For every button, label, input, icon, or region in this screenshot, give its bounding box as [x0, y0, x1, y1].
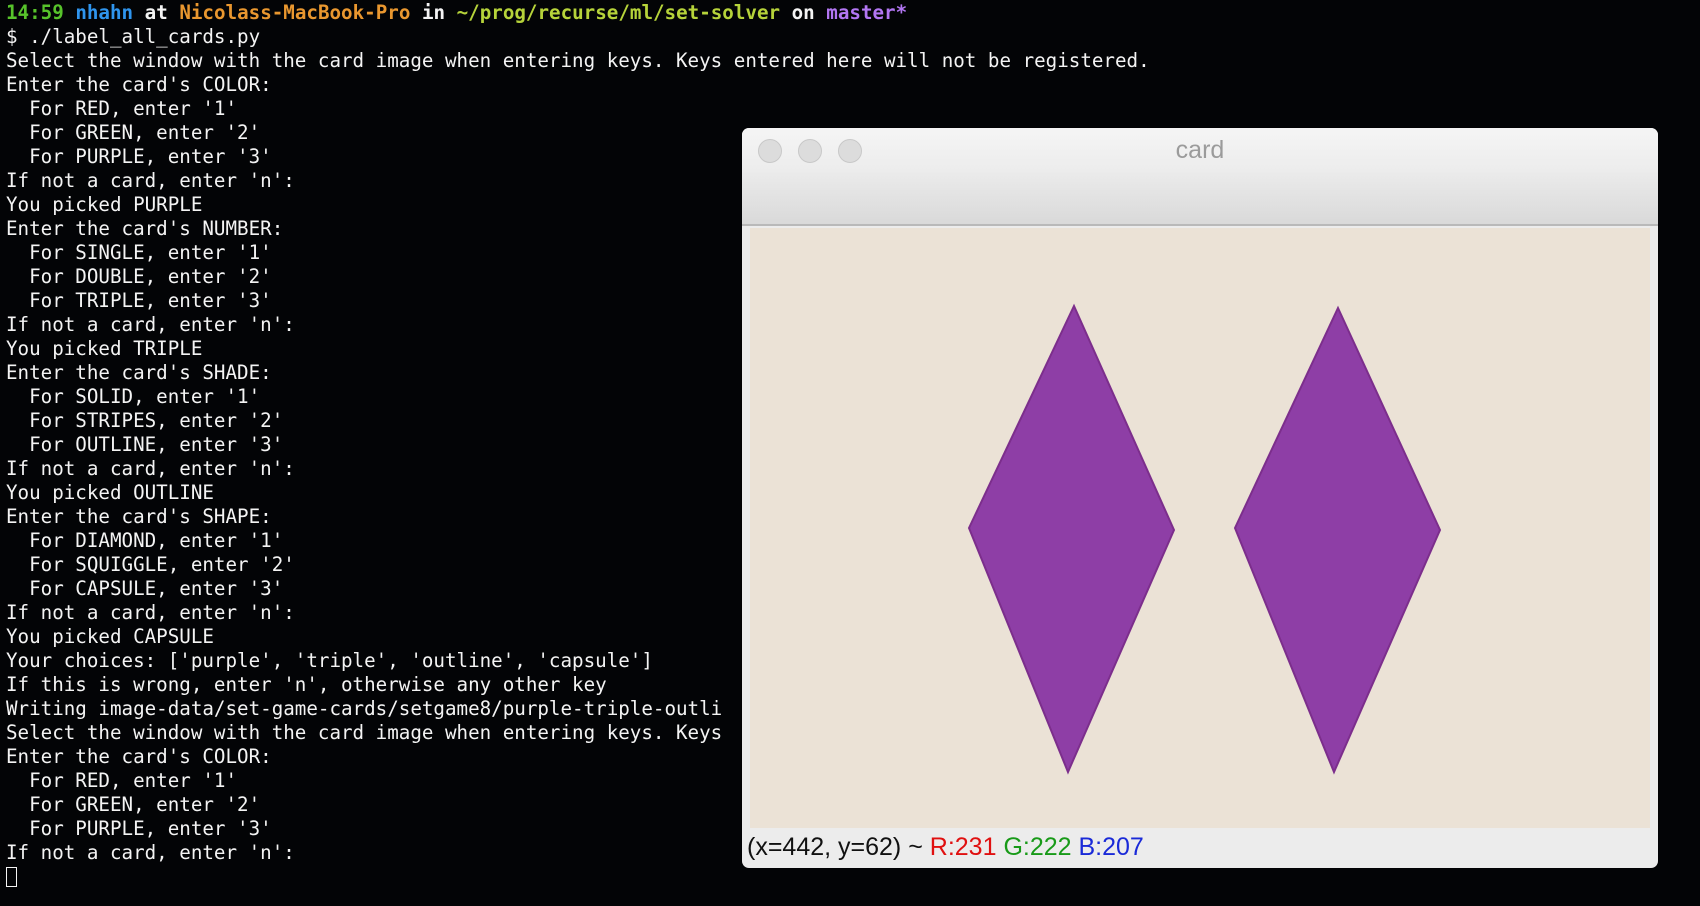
close-button[interactable] [758, 139, 782, 163]
prompt-time: 14:59 [6, 1, 64, 24]
pixel-blue-value: B:207 [1078, 833, 1144, 861]
cursor-coords: (x=442, y=62) ~ [747, 833, 930, 861]
minimize-button[interactable] [798, 139, 822, 163]
terminal-line: Select the window with the card image wh… [6, 49, 1150, 72]
window-toolbar [742, 172, 1658, 226]
prompt-host: Nicolass-MacBook-Pro [179, 1, 411, 24]
prompt-at: at [144, 1, 168, 24]
zoom-button[interactable] [838, 139, 862, 163]
prompt-path: ~/prog/recurse/ml/set-solver [456, 1, 781, 24]
card-image-canvas [967, 303, 1442, 775]
diamond-shape-2 [1233, 305, 1442, 775]
prompt-on: on [791, 1, 815, 24]
prompt-branch: master* [826, 1, 908, 24]
pixel-green-value: G:222 [1003, 833, 1072, 861]
input-line[interactable] [6, 865, 1700, 889]
prompt-in: in [421, 1, 446, 24]
card-image[interactable] [750, 228, 1650, 828]
window-titlebar[interactable]: card [742, 128, 1658, 172]
window-title: card [1175, 136, 1225, 164]
card-window[interactable]: card (x=442, y=62) ~ R:231 G:222 B:207 [742, 128, 1658, 868]
terminal-line: For RED, enter '1' [6, 97, 238, 120]
terminal-line: Enter the card's COLOR: [6, 73, 272, 96]
prompt-user: nhahn [75, 1, 134, 24]
shell-prompt: 14:59 nhahn at Nicolass-MacBook-Pro in ~… [6, 1, 1700, 25]
pixel-status-bar: (x=442, y=62) ~ R:231 G:222 B:207 [747, 830, 1144, 864]
terminal-line: $ ./label_all_cards.py [6, 25, 261, 48]
pixel-red-value: R:231 [929, 833, 997, 861]
text-cursor [6, 867, 17, 887]
diamond-shape-1 [967, 303, 1176, 775]
